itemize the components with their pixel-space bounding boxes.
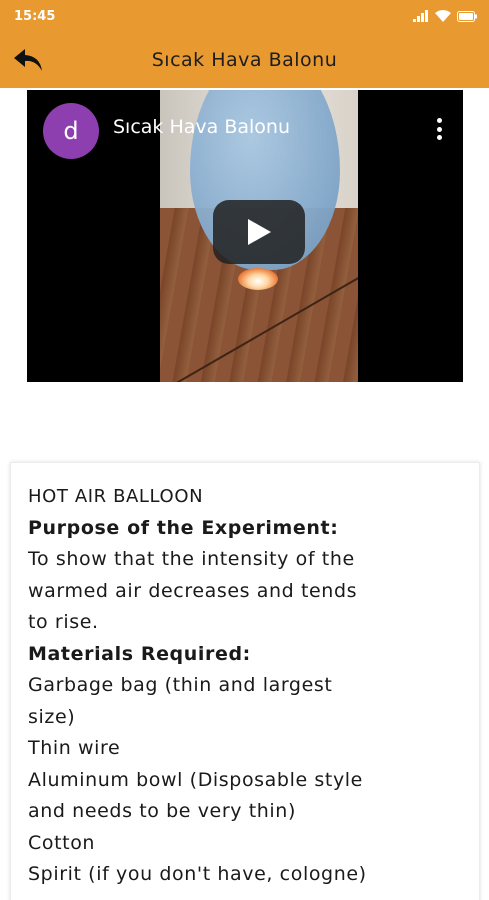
wifi-icon bbox=[435, 10, 451, 22]
play-icon bbox=[248, 219, 271, 245]
purpose-line: To show that the intensity of the bbox=[28, 548, 355, 570]
play-button[interactable] bbox=[213, 200, 305, 264]
materials-heading: Materials Required: bbox=[28, 642, 251, 665]
status-icons bbox=[413, 10, 477, 22]
back-arrow-icon bbox=[14, 49, 42, 71]
material-line: and needs to be very thin) bbox=[28, 800, 296, 822]
back-button[interactable] bbox=[8, 40, 48, 80]
flame-image bbox=[238, 268, 278, 290]
article-card: HOT AIR BALLOON Purpose of the Experimen… bbox=[10, 462, 480, 900]
signal-icon bbox=[413, 10, 428, 22]
material-line: Cotton bbox=[28, 831, 96, 854]
more-vert-icon[interactable] bbox=[427, 116, 451, 142]
material-line: Thin wire bbox=[28, 737, 121, 759]
material-line: Spirit (if you don't have, cologne) bbox=[28, 863, 367, 885]
page-title: Sıcak Hava Balonu bbox=[151, 49, 338, 71]
material-line: Aluminum bowl (Disposable style bbox=[28, 768, 363, 791]
purpose-line: warmed air decreases and tends bbox=[28, 579, 358, 602]
status-bar: 15:45 bbox=[0, 0, 489, 32]
app-bar: Sıcak Hava Balonu bbox=[0, 32, 489, 88]
battery-icon bbox=[457, 10, 477, 22]
article-title: HOT AIR BALLOON bbox=[28, 486, 204, 507]
video-title[interactable]: Sıcak Hava Balonu bbox=[113, 116, 290, 138]
purpose-heading: Purpose of the Experiment: bbox=[28, 516, 339, 539]
purpose-line: to rise. bbox=[28, 611, 99, 633]
video-player[interactable]: d Sıcak Hava Balonu bbox=[27, 90, 463, 382]
material-line: Garbage bag (thin and largest bbox=[28, 674, 333, 696]
material-line: size) bbox=[28, 705, 76, 728]
status-time: 15:45 bbox=[14, 8, 56, 24]
channel-avatar[interactable]: d bbox=[43, 103, 99, 159]
